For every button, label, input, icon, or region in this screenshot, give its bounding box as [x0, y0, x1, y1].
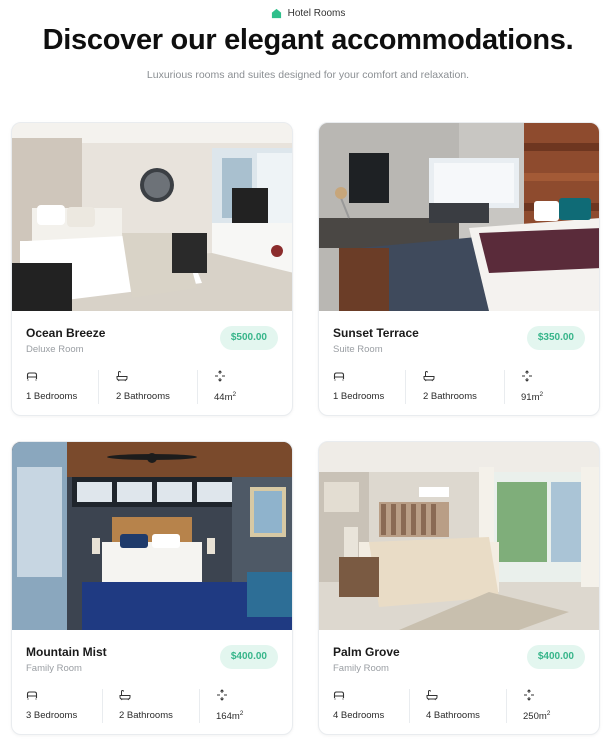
section-eyebrow: Hotel Rooms: [0, 8, 616, 19]
price-badge: $400.00: [219, 645, 278, 669]
page-title: Discover our elegant accommodations.: [42, 24, 574, 56]
room-photo[interactable]: [319, 123, 599, 311]
room-card-sunset-terrace[interactable]: Sunset Terrace Suite Room $350.00 1 Bedr…: [318, 122, 600, 416]
bathtub-icon: [119, 689, 131, 701]
feature-divider: [409, 689, 410, 723]
home-icon: [271, 8, 281, 19]
bathrooms-feature: 4 Bathrooms: [426, 689, 516, 723]
bathtub-icon: [426, 689, 438, 701]
bathrooms-feature: 2 Bathrooms: [423, 370, 513, 404]
area-label: 164m2: [216, 710, 244, 723]
room-name: Mountain Mist: [26, 645, 107, 659]
area-feature: 164m2: [216, 689, 292, 723]
bed-icon: [333, 691, 345, 700]
room-type: Family Room: [26, 663, 82, 674]
bathrooms-label: 2 Bathrooms: [119, 710, 173, 721]
bathrooms-label: 2 Bathrooms: [116, 391, 170, 402]
room-name: Sunset Terrace: [333, 326, 419, 340]
bathrooms-feature: 2 Bathrooms: [119, 689, 209, 723]
room-name: Ocean Breeze: [26, 326, 106, 340]
bathtub-icon: [423, 370, 435, 382]
area-label: 250m2: [523, 710, 551, 723]
bedrooms-feature: 1 Bedrooms: [333, 370, 423, 404]
eyebrow-label: Hotel Rooms: [287, 8, 346, 19]
bed-icon: [26, 372, 38, 381]
bedrooms-feature: 1 Bedrooms: [26, 370, 116, 404]
bathrooms-label: 4 Bathrooms: [426, 710, 480, 721]
area-feature: 44m2: [214, 370, 292, 404]
feature-divider: [405, 370, 406, 404]
area-icon: [217, 689, 227, 701]
area-feature: 250m2: [523, 689, 599, 723]
room-card-ocean-breeze[interactable]: Ocean Breeze Deluxe Room $500.00 1 Bedro…: [11, 122, 293, 416]
area-label: 44m2: [214, 391, 237, 404]
room-type: Family Room: [333, 663, 389, 674]
bedrooms-label: 1 Bedrooms: [26, 391, 78, 402]
feature-divider: [197, 370, 198, 404]
feature-divider: [98, 370, 99, 404]
page-subtitle: Luxurious rooms and suites designed for …: [146, 69, 470, 81]
room-type: Deluxe Room: [26, 344, 84, 355]
room-photo[interactable]: [319, 442, 599, 630]
area-icon: [215, 370, 225, 382]
price-badge: $400.00: [526, 645, 585, 669]
feature-divider: [199, 689, 200, 723]
feature-divider: [504, 370, 505, 404]
bed-icon: [333, 372, 345, 381]
bedrooms-label: 1 Bedrooms: [333, 391, 385, 402]
room-photo[interactable]: [12, 123, 292, 311]
area-feature: 91m2: [521, 370, 599, 404]
bedrooms-label: 4 Bedrooms: [333, 710, 385, 721]
room-card-mountain-mist[interactable]: Mountain Mist Family Room $400.00 3 Bedr…: [11, 441, 293, 735]
room-photo[interactable]: [12, 442, 292, 630]
room-name: Palm Grove: [333, 645, 400, 659]
bathtub-icon: [116, 370, 128, 382]
feature-divider: [506, 689, 507, 723]
area-label: 91m2: [521, 391, 544, 404]
room-type: Suite Room: [333, 344, 383, 355]
bathrooms-label: 2 Bathrooms: [423, 391, 477, 402]
bed-icon: [26, 691, 38, 700]
room-card-palm-grove[interactable]: Palm Grove Family Room $400.00 4 Bedroom…: [318, 441, 600, 735]
area-icon: [524, 689, 534, 701]
area-icon: [522, 370, 532, 382]
price-badge: $500.00: [219, 326, 278, 350]
feature-divider: [102, 689, 103, 723]
price-badge: $350.00: [526, 326, 585, 350]
bedrooms-label: 3 Bedrooms: [26, 710, 78, 721]
bathrooms-feature: 2 Bathrooms: [116, 370, 206, 404]
